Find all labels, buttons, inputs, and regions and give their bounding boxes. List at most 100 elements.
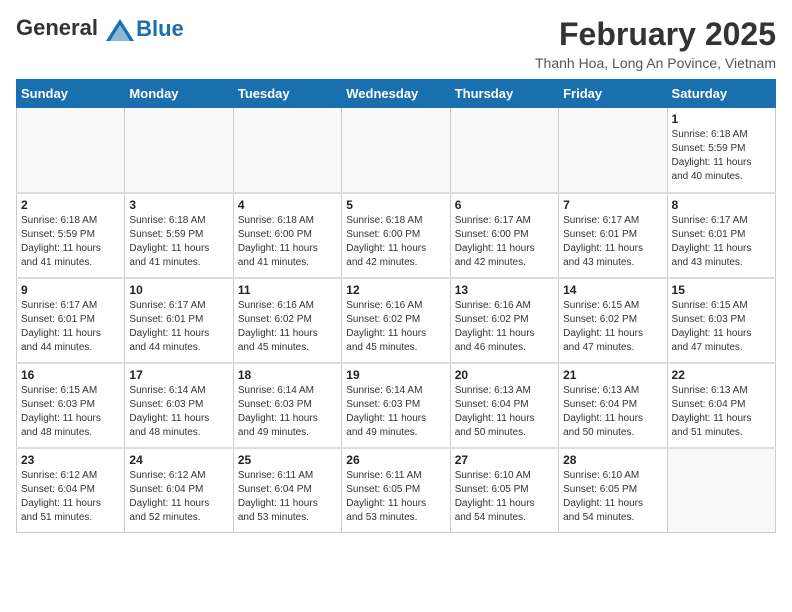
table-row: 20Sunrise: 6:13 AMSunset: 6:04 PMDayligh… bbox=[450, 363, 558, 448]
day-number: 11 bbox=[238, 283, 337, 297]
table-row: 25 Sunrise: 6:11 AMSunset: 6:04 PMDayligh… bbox=[233, 448, 341, 533]
day-info: Sunrise: 6:11 AMSunset: 6:04 PMDaylight:… bbox=[238, 469, 337, 525]
day-info: Sunrise: 6:14 AMSunset: 6:03 PMDaylight:… bbox=[346, 384, 445, 440]
day-info: Sunrise: 6:18 AMSunset: 6:00 PMDaylight:… bbox=[238, 214, 337, 270]
table-row: 26Sunrise: 6:11 AMSunset: 6:05 PMDayligh… bbox=[342, 448, 450, 533]
header-wednesday: Wednesday bbox=[342, 80, 450, 108]
table-row: 13 Sunrise: 6:16 AMSunset: 6:02 PMDayligh… bbox=[450, 278, 558, 363]
logo-general: General bbox=[16, 15, 98, 40]
day-info: Sunrise: 6:17 AMSunset: 6:01 PMDaylight:… bbox=[672, 214, 771, 270]
table-row bbox=[342, 108, 450, 193]
day-info: Sunrise: 6:16 AMSunset: 6:02 PMDaylight:… bbox=[346, 299, 445, 355]
day-info: Sunrise: 6:12 AMSunset: 6:04 PMDaylight:… bbox=[21, 469, 120, 525]
day-info: Sunrise: 6:16 AMSunset: 6:02 PMDaylight:… bbox=[238, 299, 337, 355]
day-number: 16 bbox=[21, 368, 120, 382]
header-thursday: Thursday bbox=[450, 80, 558, 108]
table-row: 28 Sunrise: 6:10 AMSunset: 6:05 PMDayligh… bbox=[559, 448, 667, 533]
day-info: Sunrise: 6:18 AMSunset: 5:59 PMDaylight:… bbox=[672, 128, 771, 184]
table-row: 11 Sunrise: 6:16 AMSunset: 6:02 PMDayligh… bbox=[233, 278, 341, 363]
day-info: Sunrise: 6:12 AMSunset: 6:04 PMDaylight:… bbox=[129, 469, 228, 525]
header-sunday: Sunday bbox=[17, 80, 125, 108]
header-saturday: Saturday bbox=[667, 80, 775, 108]
day-number: 14 bbox=[563, 283, 662, 297]
calendar-week-row: 9 Sunrise: 6:17 AMSunset: 6:01 PMDaylight… bbox=[17, 278, 776, 363]
header-monday: Monday bbox=[125, 80, 233, 108]
table-row: 1 Sunrise: 6:18 AMSunset: 5:59 PMDaylight… bbox=[667, 108, 775, 193]
day-number: 5 bbox=[346, 198, 445, 212]
calendar-week-row: 23 Sunrise: 6:12 AMSunset: 6:04 PMDayligh… bbox=[17, 448, 776, 533]
day-info: Sunrise: 6:18 AMSunset: 6:00 PMDaylight:… bbox=[346, 214, 445, 270]
day-number: 19 bbox=[346, 368, 445, 382]
logo: General Blue bbox=[16, 16, 184, 42]
table-row: 6 Sunrise: 6:17 AMSunset: 6:00 PMDaylight… bbox=[450, 193, 558, 278]
day-info: Sunrise: 6:14 AMSunset: 6:03 PMDaylight:… bbox=[238, 384, 337, 440]
table-row: 27 Sunrise: 6:10 AMSunset: 6:05 PMDayligh… bbox=[450, 448, 558, 533]
day-number: 27 bbox=[455, 453, 554, 467]
day-info: Sunrise: 6:13 AMSunset: 6:04 PMDaylight:… bbox=[563, 384, 662, 440]
table-row: 24 Sunrise: 6:12 AMSunset: 6:04 PMDayligh… bbox=[125, 448, 233, 533]
table-row bbox=[667, 448, 775, 533]
header-friday: Friday bbox=[559, 80, 667, 108]
table-row: 2 Sunrise: 6:18 AMSunset: 5:59 PMDaylight… bbox=[17, 193, 125, 278]
table-row: 3 Sunrise: 6:18 AMSunset: 5:59 PMDaylight… bbox=[125, 193, 233, 278]
page-title: February 2025 bbox=[535, 16, 776, 53]
day-info: Sunrise: 6:17 AMSunset: 6:00 PMDaylight:… bbox=[455, 214, 554, 270]
day-info: Sunrise: 6:15 AMSunset: 6:03 PMDaylight:… bbox=[672, 299, 771, 355]
day-number: 8 bbox=[672, 198, 771, 212]
day-info: Sunrise: 6:13 AMSunset: 6:04 PMDaylight:… bbox=[672, 384, 771, 440]
table-row bbox=[450, 108, 558, 193]
day-number: 18 bbox=[238, 368, 337, 382]
table-row bbox=[233, 108, 341, 193]
day-number: 7 bbox=[563, 198, 662, 212]
table-row bbox=[125, 108, 233, 193]
day-info: Sunrise: 6:18 AMSunset: 5:59 PMDaylight:… bbox=[129, 214, 228, 270]
day-number: 3 bbox=[129, 198, 228, 212]
table-row: 8 Sunrise: 6:17 AMSunset: 6:01 PMDaylight… bbox=[667, 193, 775, 278]
day-number: 24 bbox=[129, 453, 228, 467]
table-row: 10 Sunrise: 6:17 AMSunset: 6:01 PMDayligh… bbox=[125, 278, 233, 363]
day-info: Sunrise: 6:18 AMSunset: 5:59 PMDaylight:… bbox=[21, 214, 120, 270]
day-number: 1 bbox=[672, 112, 771, 126]
table-row: 15Sunrise: 6:15 AMSunset: 6:03 PMDayligh… bbox=[667, 278, 775, 363]
calendar-header-row: Sunday Monday Tuesday Wednesday Thursday… bbox=[17, 80, 776, 108]
table-row: 18 Sunrise: 6:14 AMSunset: 6:03 PMDayligh… bbox=[233, 363, 341, 448]
day-info: Sunrise: 6:15 AMSunset: 6:03 PMDaylight:… bbox=[21, 384, 120, 440]
logo-blue: Blue bbox=[136, 16, 184, 42]
day-number: 17 bbox=[129, 368, 228, 382]
table-row: 16 Sunrise: 6:15 AMSunset: 6:03 PMDayligh… bbox=[17, 363, 125, 448]
logo-icon bbox=[106, 18, 134, 42]
day-number: 6 bbox=[455, 198, 554, 212]
page-header: General Blue February 2025 Thanh Hoa, Lo… bbox=[16, 16, 776, 71]
day-number: 2 bbox=[21, 198, 120, 212]
table-row: 17 Sunrise: 6:14 AMSunset: 6:03 PMDayligh… bbox=[125, 363, 233, 448]
day-info: Sunrise: 6:16 AMSunset: 6:02 PMDaylight:… bbox=[455, 299, 554, 355]
day-number: 25 bbox=[238, 453, 337, 467]
day-number: 23 bbox=[21, 453, 120, 467]
day-info: Sunrise: 6:10 AMSunset: 6:05 PMDaylight:… bbox=[455, 469, 554, 525]
table-row: 12Sunrise: 6:16 AMSunset: 6:02 PMDayligh… bbox=[342, 278, 450, 363]
table-row: 5 Sunrise: 6:18 AMSunset: 6:00 PMDaylight… bbox=[342, 193, 450, 278]
day-info: Sunrise: 6:10 AMSunset: 6:05 PMDaylight:… bbox=[563, 469, 662, 525]
day-number: 21 bbox=[563, 368, 662, 382]
table-row: 9 Sunrise: 6:17 AMSunset: 6:01 PMDaylight… bbox=[17, 278, 125, 363]
day-number: 13 bbox=[455, 283, 554, 297]
table-row bbox=[559, 108, 667, 193]
table-row: 23 Sunrise: 6:12 AMSunset: 6:04 PMDayligh… bbox=[17, 448, 125, 533]
calendar-table: Sunday Monday Tuesday Wednesday Thursday… bbox=[16, 79, 776, 533]
calendar-week-row: 1 Sunrise: 6:18 AMSunset: 5:59 PMDaylight… bbox=[17, 108, 776, 193]
day-number: 28 bbox=[563, 453, 662, 467]
header-tuesday: Tuesday bbox=[233, 80, 341, 108]
day-info: Sunrise: 6:17 AMSunset: 6:01 PMDaylight:… bbox=[129, 299, 228, 355]
calendar-week-row: 16 Sunrise: 6:15 AMSunset: 6:03 PMDayligh… bbox=[17, 363, 776, 448]
day-info: Sunrise: 6:17 AMSunset: 6:01 PMDaylight:… bbox=[21, 299, 120, 355]
day-number: 9 bbox=[21, 283, 120, 297]
day-number: 4 bbox=[238, 198, 337, 212]
table-row: 7 Sunrise: 6:17 AMSunset: 6:01 PMDaylight… bbox=[559, 193, 667, 278]
title-section: February 2025 Thanh Hoa, Long An Povince… bbox=[535, 16, 776, 71]
day-info: Sunrise: 6:14 AMSunset: 6:03 PMDaylight:… bbox=[129, 384, 228, 440]
day-number: 10 bbox=[129, 283, 228, 297]
calendar-week-row: 2 Sunrise: 6:18 AMSunset: 5:59 PMDaylight… bbox=[17, 193, 776, 278]
day-info: Sunrise: 6:11 AMSunset: 6:05 PMDaylight:… bbox=[346, 469, 445, 525]
day-info: Sunrise: 6:17 AMSunset: 6:01 PMDaylight:… bbox=[563, 214, 662, 270]
table-row: 21 Sunrise: 6:13 AMSunset: 6:04 PMDayligh… bbox=[559, 363, 667, 448]
